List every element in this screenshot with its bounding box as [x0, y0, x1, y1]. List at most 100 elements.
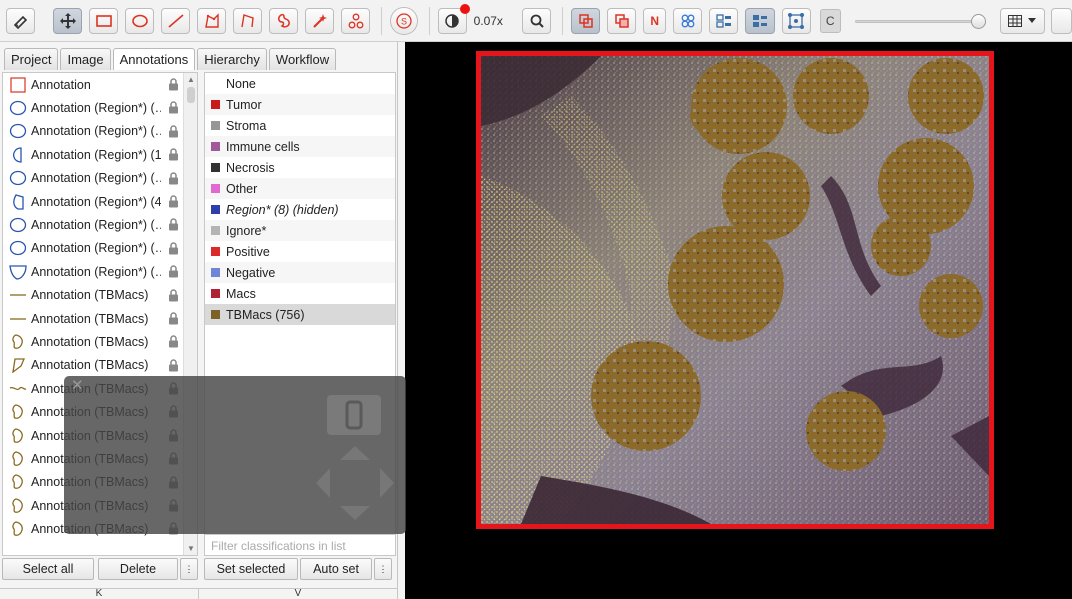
show-names-button[interactable]: N	[643, 7, 667, 34]
classification-item[interactable]: Necrosis	[205, 157, 395, 178]
lock-icon[interactable]	[168, 218, 179, 231]
ellipse-tool-button[interactable]	[125, 7, 155, 34]
zoom-control-icon[interactable]	[326, 394, 382, 436]
class-color-swatch	[211, 247, 220, 256]
tab-hierarchy[interactable]: Hierarchy	[197, 48, 267, 70]
rectangle-tool-button[interactable]	[89, 7, 119, 34]
slide-image[interactable]	[476, 51, 994, 529]
more-tools-button[interactable]	[1050, 7, 1072, 34]
tab-image[interactable]: Image	[60, 48, 111, 70]
classification-item[interactable]: None	[205, 73, 395, 94]
annotation-shape-icon	[9, 217, 27, 233]
column-header-value[interactable]: V	[199, 589, 398, 599]
pan-arrows-icon[interactable]	[314, 444, 396, 522]
brush-tool-button[interactable]	[269, 7, 299, 34]
classification-more-button[interactable]: ⋮	[374, 558, 392, 580]
tab-annotations[interactable]: Annotations	[112, 48, 196, 70]
annotation-list-item[interactable]: Annotation (Region*) (…	[3, 213, 197, 236]
slider-thumb[interactable]	[971, 13, 987, 29]
lock-icon[interactable]	[168, 242, 179, 255]
classification-item[interactable]: Tumor	[205, 94, 395, 115]
scrollbar-thumb[interactable]	[187, 87, 195, 103]
classification-item[interactable]: Ignore*	[205, 220, 395, 241]
annotation-list-item[interactable]: Annotation (TBMacs)	[3, 330, 197, 353]
polyline-tool-button[interactable]	[233, 7, 263, 34]
classification-item[interactable]: Macs	[205, 283, 395, 304]
lock-icon[interactable]	[168, 195, 179, 208]
lock-icon[interactable]	[168, 125, 179, 138]
annotation-list-item[interactable]: Annotation (Region*) (…	[3, 120, 197, 143]
lock-icon[interactable]	[168, 265, 179, 278]
annotations-icon	[578, 13, 593, 28]
selection-mode-button[interactable]: S	[390, 6, 418, 35]
annotation-list-item[interactable]: Annotation (TBMacs)	[3, 354, 197, 377]
show-pixel-classification-button[interactable]: C	[819, 8, 841, 33]
annotation-list-item[interactable]: Annotation (Region*) (19…	[3, 143, 197, 166]
opacity-slider[interactable]	[854, 11, 987, 31]
lock-icon[interactable]	[168, 101, 179, 114]
line-tool-button[interactable]	[161, 7, 191, 34]
tab-workflow[interactable]: Workflow	[268, 48, 337, 70]
annotation-label: Annotation (Region*) (4…	[31, 194, 161, 209]
annotation-shape-icon	[9, 193, 27, 210]
annotation-buttons: Select all Delete ⋮	[2, 558, 198, 580]
show-tma-grid-button[interactable]	[673, 7, 703, 34]
annotation-more-button[interactable]: ⋮	[180, 558, 198, 580]
classification-item[interactable]: Stroma	[205, 115, 395, 136]
points-tool-button[interactable]	[341, 7, 371, 34]
polygon-icon	[204, 12, 219, 28]
filter-classifications-input[interactable]: Filter classifications in list	[204, 534, 396, 556]
column-header-key[interactable]: K	[0, 589, 199, 599]
annotation-label: Annotation (Region*) (19…	[31, 147, 161, 162]
set-selected-button[interactable]: Set selected	[204, 558, 298, 580]
image-viewer[interactable]	[405, 42, 1072, 599]
classification-item[interactable]: Immune cells	[205, 136, 395, 157]
measurement-table-button[interactable]	[1000, 7, 1045, 34]
annotation-list-item[interactable]: Annotation (TBMacs)	[3, 284, 197, 307]
lock-icon[interactable]	[168, 358, 179, 372]
annotation-list-item[interactable]: Annotation (TBMacs)	[3, 307, 197, 330]
select-all-button[interactable]: Select all	[2, 558, 94, 580]
lock-icon[interactable]	[168, 171, 179, 185]
line-icon	[168, 13, 184, 28]
auto-set-button[interactable]: Auto set	[300, 558, 372, 580]
fill-annotations-button[interactable]	[607, 7, 637, 34]
annotation-list-item[interactable]: Annotation (Region*) (…	[3, 237, 197, 260]
brightness-contrast-button[interactable]	[437, 3, 470, 34]
annotation-list-item[interactable]: Annotation (Region*) (…	[3, 96, 197, 119]
scroll-down-icon[interactable]: ▼	[187, 544, 195, 553]
classification-item[interactable]: Positive	[205, 241, 395, 262]
polyline-icon	[241, 13, 254, 27]
annotation-list-item[interactable]: Annotation (Region*) (4…	[3, 190, 197, 213]
polygon-tool-button[interactable]	[197, 7, 227, 34]
delete-button[interactable]: Delete	[98, 558, 178, 580]
lock-icon[interactable]	[168, 78, 179, 91]
move-tool-button[interactable]	[53, 7, 83, 34]
classification-label: TBMacs (756)	[226, 307, 305, 322]
classification-item[interactable]: TBMacs (756)	[205, 304, 395, 325]
annotation-list-item[interactable]: Annotation (Region*) (…	[3, 260, 197, 283]
classification-label: None	[226, 76, 256, 91]
close-icon[interactable]: ✕	[71, 376, 84, 394]
classification-label: Macs	[226, 286, 256, 301]
lock-icon[interactable]	[168, 148, 179, 161]
lock-icon[interactable]	[168, 335, 179, 348]
tab-project[interactable]: Project	[4, 48, 59, 70]
show-connections-button[interactable]	[781, 7, 811, 34]
classification-item[interactable]: Other	[205, 178, 395, 199]
zoom-to-fit-button[interactable]	[522, 7, 552, 34]
annotation-shape-icon	[9, 334, 27, 350]
lock-icon[interactable]	[168, 312, 179, 325]
annotation-list-item[interactable]: Annotation (Region*) (…	[3, 167, 197, 190]
class-color-swatch	[211, 205, 220, 214]
fill-detections-button[interactable]	[745, 7, 775, 34]
pin-tool-button[interactable]	[6, 7, 36, 34]
classification-item[interactable]: Region* (8) (hidden)	[205, 199, 395, 220]
annotation-list-item[interactable]: Annotation	[3, 73, 197, 96]
scroll-up-icon[interactable]: ▲	[187, 75, 195, 84]
show-annotations-button[interactable]	[571, 7, 601, 34]
wand-tool-button[interactable]	[305, 7, 335, 34]
lock-icon[interactable]	[168, 288, 179, 302]
show-detections-button[interactable]	[709, 7, 739, 34]
classification-item[interactable]: Negative	[205, 262, 395, 283]
